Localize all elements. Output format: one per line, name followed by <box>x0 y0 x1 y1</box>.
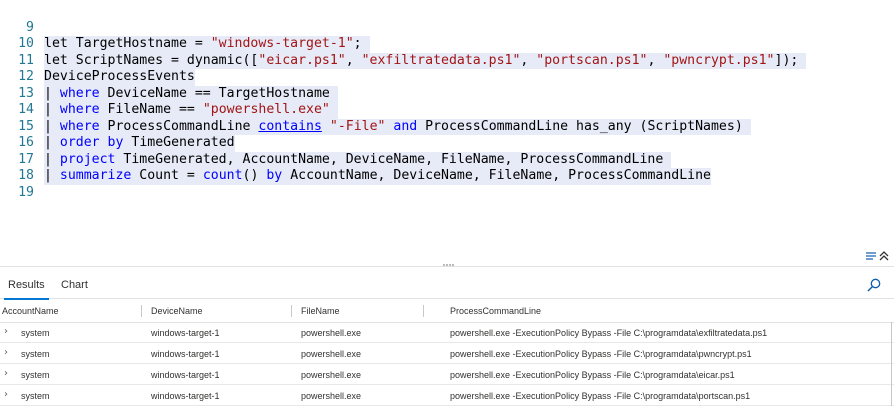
code-text: | where FileName == "powershell.exe" <box>44 102 338 119</box>
query-editor[interactable]: 9 let TargetHostname = "windows-target-1… <box>0 0 894 262</box>
cell-filename: powershell.exe <box>301 328 362 338</box>
code-text: let ScriptNames = dynamic(["eicar.ps1", … <box>44 52 807 69</box>
code-text: DeviceProcessEvents <box>44 69 195 86</box>
chevron-right-icon[interactable]: › <box>4 368 8 379</box>
search-icon[interactable] <box>866 277 882 293</box>
cell-devicename: windows-target-1 <box>151 349 220 359</box>
code-line: 13 | where FileName == "powershell.exe" <box>0 69 338 119</box>
code-text: | summarize Count = count() by AccountNa… <box>44 168 711 185</box>
code-text: | where DeviceName == TargetHostname <box>44 85 338 102</box>
table-row[interactable]: › system windows-target-1 powershell.exe… <box>0 385 894 406</box>
cell-processcommandline: powershell.exe -ExecutionPolicy Bypass -… <box>450 349 752 359</box>
code-line: 10 let ScriptNames = dynamic(["eicar.ps1… <box>0 20 807 69</box>
chevron-right-icon[interactable]: › <box>4 389 8 400</box>
code-line: 14 | where ProcessCommandLine contains "… <box>0 86 751 135</box>
code-line: 15 | order by TimeGenerated <box>0 102 235 152</box>
chevron-right-icon[interactable]: › <box>4 347 8 358</box>
code-text: | project TimeGenerated, AccountName, De… <box>44 151 672 168</box>
pane-splitter[interactable] <box>0 266 894 267</box>
results-tabs: Results Chart <box>0 274 894 300</box>
cell-filename: powershell.exe <box>301 370 362 380</box>
cell-accountname: system <box>21 328 50 338</box>
code-line: 18 <box>0 152 34 183</box>
cell-processcommandline: powershell.exe -ExecutionPolicy Bypass -… <box>450 328 768 338</box>
cell-processcommandline: powershell.exe -ExecutionPolicy Bypass -… <box>450 370 735 380</box>
tab-chart[interactable]: Chart <box>61 278 88 298</box>
cell-accountname: system <box>21 349 50 359</box>
code-text: let TargetHostname = "windows-target-1"; <box>44 36 370 53</box>
code-line: 9 let TargetHostname = "windows-target-1… <box>0 3 370 53</box>
column-header-filename[interactable]: FileName <box>301 306 340 316</box>
grid-scrollbar-edge <box>891 322 892 406</box>
cell-accountname: system <box>21 391 50 401</box>
cell-filename: powershell.exe <box>301 391 362 401</box>
chevron-right-icon[interactable]: › <box>4 326 8 337</box>
cell-accountname: system <box>21 370 50 380</box>
code-line: 17 | summarize Count = count() by Accoun… <box>0 135 711 185</box>
cell-devicename: windows-target-1 <box>151 370 220 380</box>
code-line: 19 <box>0 168 34 200</box>
code-text: | order by TimeGenerated <box>44 135 235 152</box>
table-row[interactable]: › system windows-target-1 powershell.exe… <box>0 343 894 364</box>
column-header-processcommandline[interactable]: ProcessCommandLine <box>450 306 541 316</box>
code-line: 12 | where DeviceName == TargetHostname <box>0 53 338 102</box>
line-number: 19 <box>18 184 34 200</box>
cell-filename: powershell.exe <box>301 349 362 359</box>
cell-processcommandline: powershell.exe -ExecutionPolicy Bypass -… <box>450 391 751 401</box>
column-divider[interactable] <box>291 305 292 317</box>
column-header-accountname[interactable]: AccountName <box>2 306 59 316</box>
collapse-panel-icon[interactable] <box>864 249 892 263</box>
code-text: | where ProcessCommandLine contains "-Fi… <box>44 118 751 135</box>
cell-devicename: windows-target-1 <box>151 328 220 338</box>
table-row[interactable]: › system windows-target-1 powershell.exe… <box>0 364 894 385</box>
results-grid-header: AccountName DeviceName FileName ProcessC… <box>0 300 894 323</box>
splitter-grip-icon[interactable] <box>442 262 456 268</box>
cell-devicename: windows-target-1 <box>151 391 220 401</box>
code-line: 16 | project TimeGenerated, AccountName,… <box>0 119 672 168</box>
column-divider[interactable] <box>423 305 424 317</box>
column-divider[interactable] <box>141 305 142 317</box>
code-line: 11 DeviceProcessEvents <box>0 36 195 86</box>
column-header-devicename[interactable]: DeviceName <box>151 306 203 316</box>
table-row[interactable]: › system windows-target-1 powershell.exe… <box>0 322 894 343</box>
tab-results[interactable]: Results <box>4 278 49 300</box>
